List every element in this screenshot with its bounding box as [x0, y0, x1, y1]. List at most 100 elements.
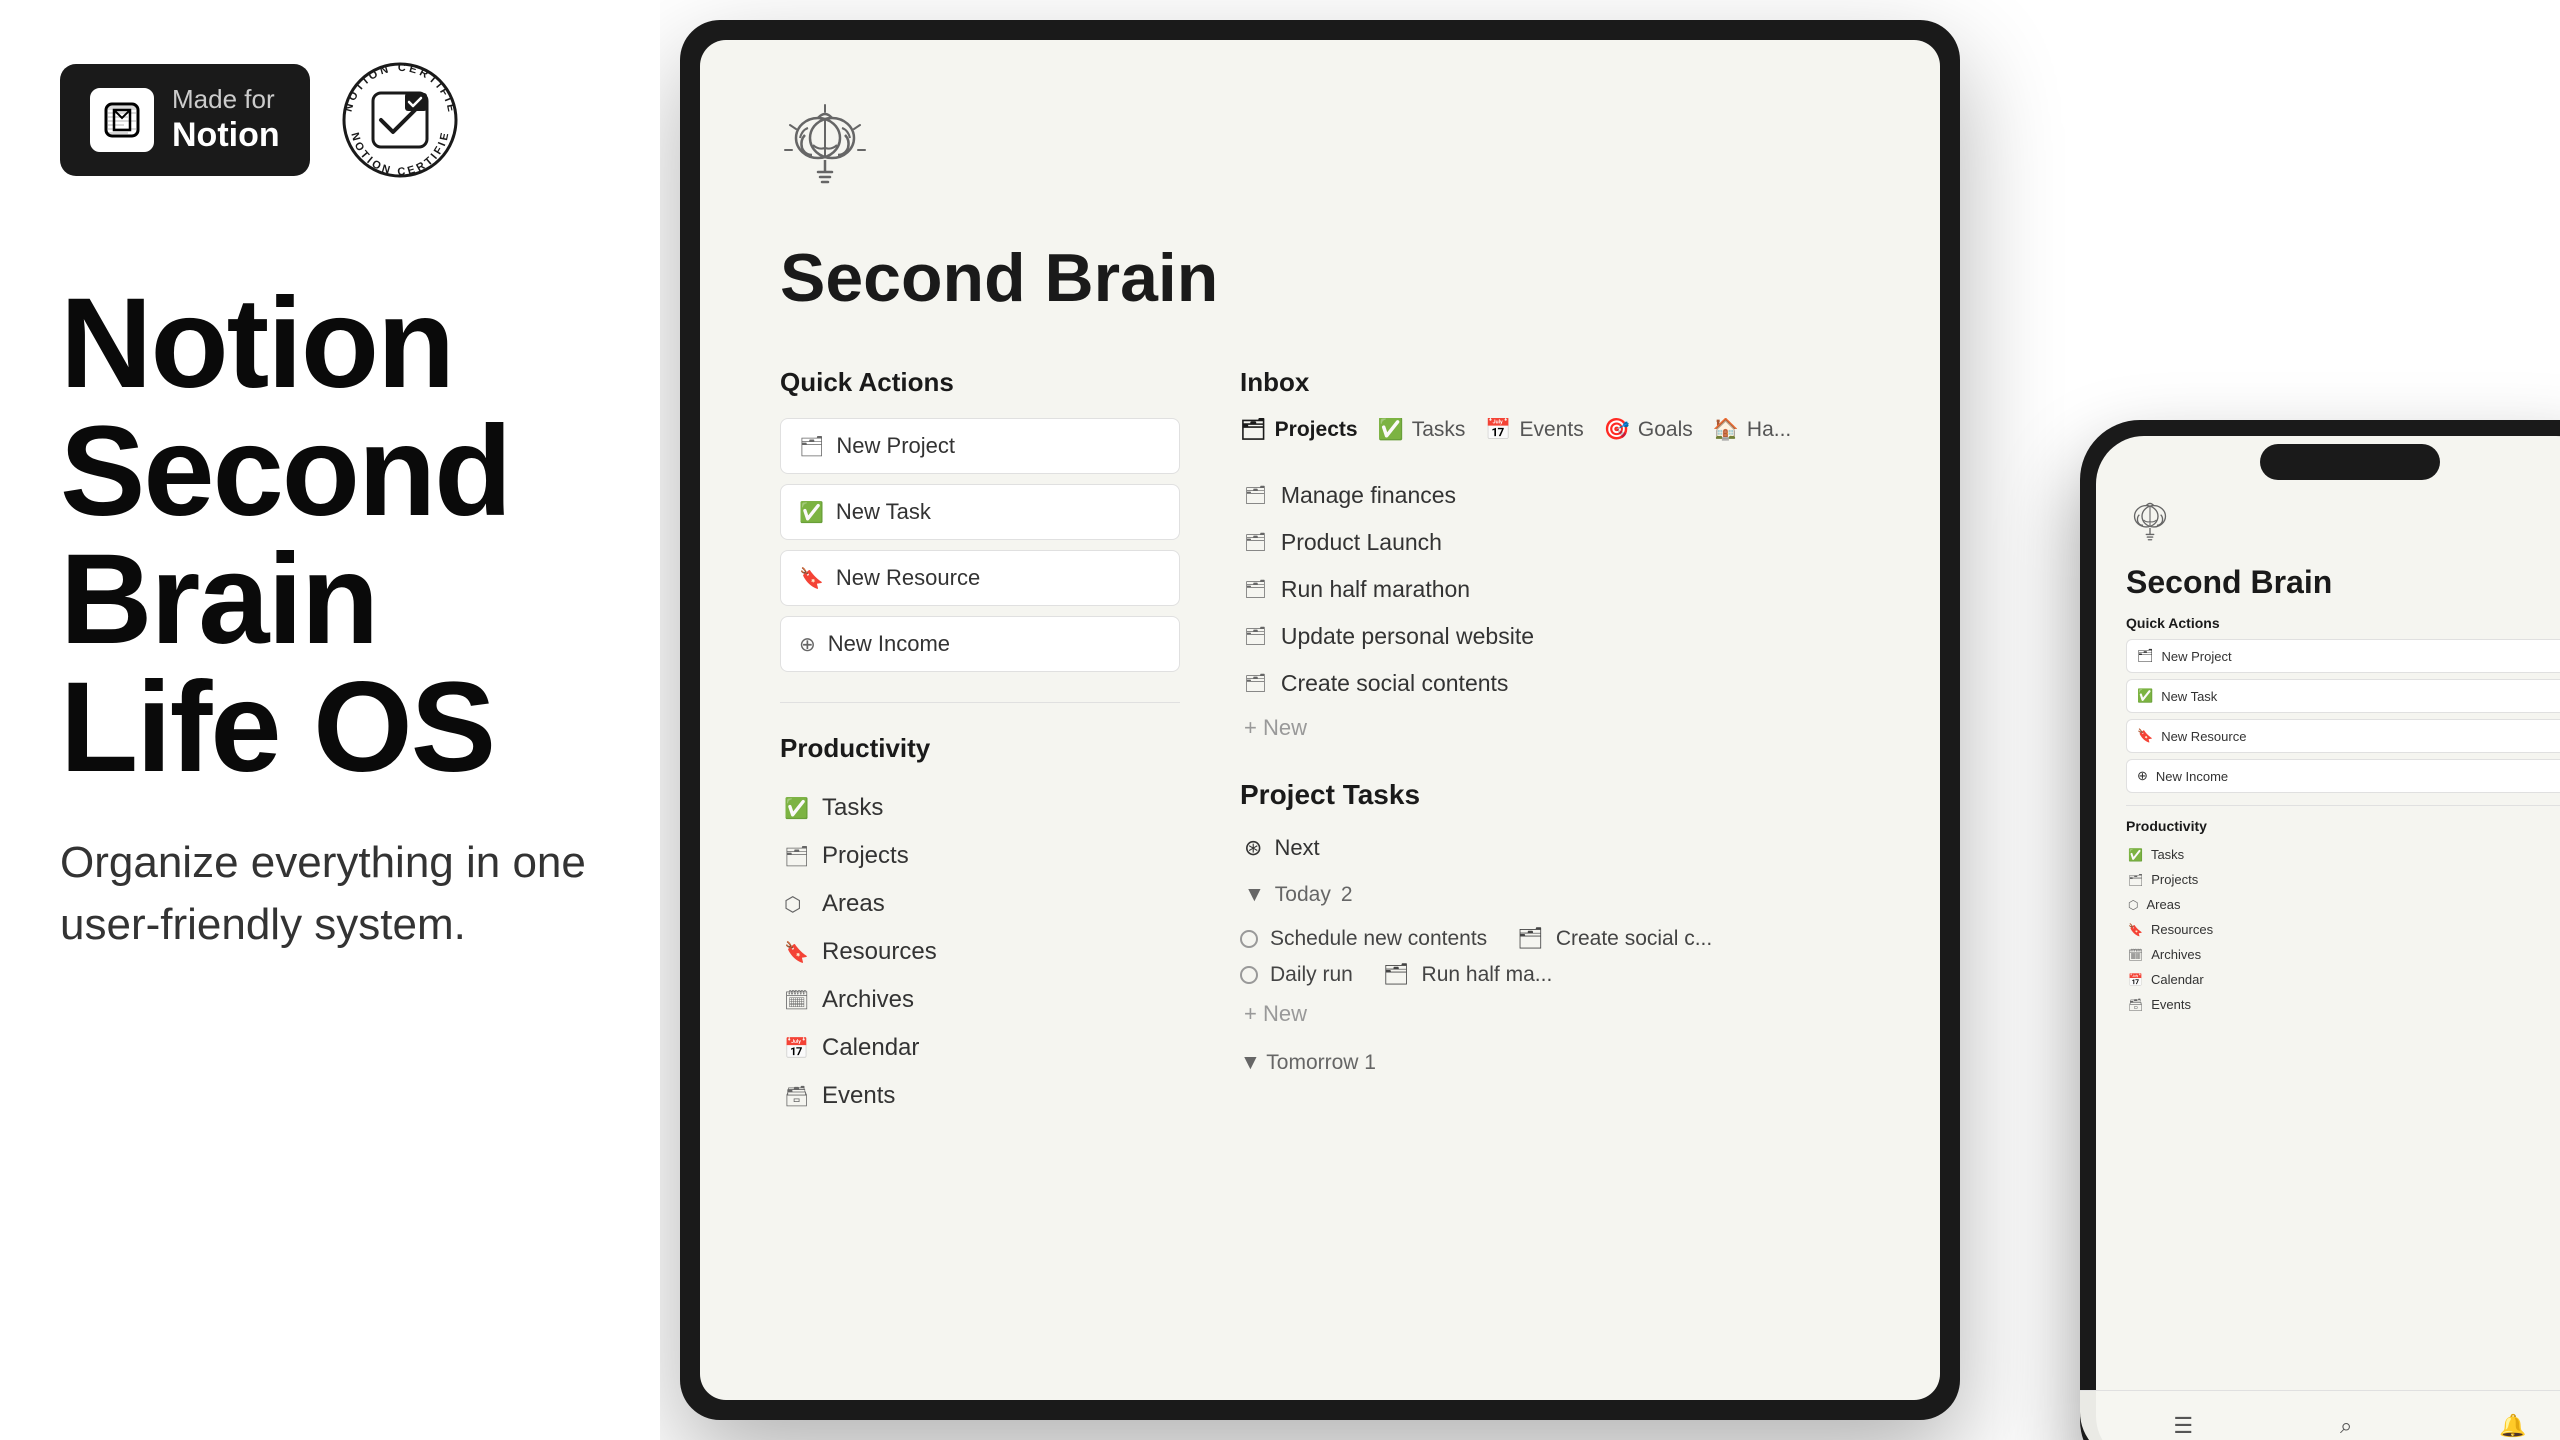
phone-plus-icon: ⊕ — [2137, 768, 2148, 784]
task-next[interactable]: ⊛ Next — [1240, 827, 1860, 869]
inbox-tab-goals[interactable]: 🎯 Goals — [1604, 418, 1693, 442]
phone-menu-icon[interactable]: ☰ — [2173, 1413, 2193, 1439]
phone-notch — [2260, 444, 2440, 480]
new-project-btn[interactable]: 🗂 New Project — [780, 418, 1180, 474]
inbox-add-new[interactable]: + New — [1240, 707, 1860, 749]
new-resource-btn[interactable]: 🔖 New Resource — [780, 550, 1180, 606]
task-item-schedule[interactable]: Schedule new contents — [1240, 921, 1487, 957]
new-task-btn[interactable]: ✅ New Task — [780, 484, 1180, 540]
inbox-ha-label: Ha... — [1747, 418, 1791, 442]
nav-resources[interactable]: 🔖 Resources — [780, 928, 1180, 976]
phone-events-label: Events — [2151, 997, 2191, 1012]
nav-calendar[interactable]: 📅 Calendar — [780, 1024, 1180, 1072]
phone-divider — [2126, 805, 2560, 806]
phone-nav-events[interactable]: 🗃 Events — [2126, 992, 2560, 1017]
task-circle — [1240, 930, 1258, 948]
notion-label: Notion — [172, 115, 280, 156]
tasks-add-new[interactable]: + New — [1240, 993, 1860, 1035]
phone-bookmark-icon: 🔖 — [2137, 728, 2153, 744]
phone-calendar-label: Calendar — [2151, 972, 2204, 987]
inbox-tab-ha[interactable]: 🏠 Ha... — [1713, 418, 1792, 442]
nav-projects-label: Projects — [822, 842, 909, 870]
check-icon: ✅ — [799, 500, 824, 525]
inbox-tab-events[interactable]: 📅 Events — [1485, 418, 1583, 442]
resources-icon: 🔖 — [784, 940, 808, 965]
inbox-item-1[interactable]: 🗂 Product Launch — [1240, 519, 1860, 566]
next-label: Next — [1274, 835, 1319, 861]
task-item-row-2: Daily run 🗂 Run half ma... — [1240, 957, 1860, 993]
phone-nav-calendar[interactable]: 📅 Calendar — [2126, 967, 2560, 992]
phone-nav-projects[interactable]: 🗂 Projects — [2126, 867, 2560, 892]
phone-archives-icon: 🗓 — [2128, 948, 2143, 962]
inbox-label: Inbox — [1240, 367, 1860, 398]
inbox-item-4-label: Create social contents — [1281, 670, 1509, 697]
tomorrow-chevron: ▼ — [1240, 1051, 1261, 1074]
nav-tasks[interactable]: ✅ Tasks — [780, 784, 1180, 832]
inbox-item-0[interactable]: 🗂 Manage finances — [1240, 472, 1860, 519]
tablet-col-right: Inbox 🗂 Projects ✅ Tasks 📅 — [1240, 367, 1860, 1120]
today-count: 2 — [1341, 883, 1353, 907]
folder-icon: 🗂 — [799, 434, 824, 459]
phone-new-income-label: New Income — [2156, 769, 2228, 784]
new-income-btn[interactable]: ⊕ New Income — [780, 616, 1180, 672]
task-item-daily[interactable]: Daily run — [1240, 957, 1353, 993]
inbox-item-2[interactable]: 🗂 Run half marathon — [1240, 566, 1860, 613]
headline-title: Notion Second Brain Life OS — [60, 280, 600, 792]
phone-new-project-btn[interactable]: 🗂 New Project — [2126, 639, 2560, 673]
nav-areas-label: Areas — [822, 890, 885, 918]
tablet-mockup: Second Brain Quick Actions 🗂 New Project… — [680, 20, 1960, 1420]
phone-nav-tasks[interactable]: ✅ Tasks — [2126, 842, 2560, 867]
brain-icon — [780, 100, 1860, 209]
headline-line2: Second Brain — [60, 400, 510, 671]
phone-new-task-label: New Task — [2161, 689, 2217, 704]
bookmark-icon: 🔖 — [799, 566, 824, 591]
inbox-tab-tasks[interactable]: ✅ Tasks — [1378, 418, 1466, 442]
nav-projects[interactable]: 🗂 Projects — [780, 832, 1180, 880]
phone-areas-icon: ⬡ — [2128, 898, 2138, 912]
task-circle-2 — [1240, 966, 1258, 984]
new-resource-label: New Resource — [836, 565, 980, 591]
notion-logo-icon — [90, 88, 154, 152]
task-item-social[interactable]: 🗂 Create social c... — [1517, 921, 1712, 957]
projects-icon: 🗂 — [784, 844, 808, 869]
inbox-goals-label: Goals — [1638, 418, 1693, 442]
phone-nav-archives[interactable]: 🗓 Archives — [2126, 942, 2560, 967]
phone-new-resource-label: New Resource — [2161, 729, 2246, 744]
nav-calendar-label: Calendar — [822, 1034, 919, 1062]
tasks-icon: ✅ — [784, 796, 808, 821]
phone-archives-label: Archives — [2151, 947, 2201, 962]
task-item-marathon[interactable]: 🗂 Run half ma... — [1383, 957, 1552, 993]
tablet-screen: Second Brain Quick Actions 🗂 New Project… — [700, 40, 1940, 1400]
task-daily-label: Daily run — [1270, 963, 1353, 987]
phone-new-task-btn[interactable]: ✅ New Task — [2126, 679, 2560, 713]
new-project-label: New Project — [836, 433, 955, 459]
headline-subtitle: Organize everything in oneuser-friendly … — [60, 832, 600, 955]
inbox-item-3[interactable]: 🗂 Update personal website — [1240, 613, 1860, 660]
inbox-item-4[interactable]: 🗂 Create social contents — [1240, 660, 1860, 707]
phone-nav-resources[interactable]: 🔖 Resources — [2126, 917, 2560, 942]
phone-new-project-label: New Project — [2162, 649, 2232, 664]
new-income-label: New Income — [828, 631, 950, 657]
phone-bell-icon[interactable]: 🔔 — [2499, 1413, 2526, 1439]
phone-search-icon[interactable]: ⌕ — [2340, 1413, 2352, 1439]
task-schedule-label: Schedule new contents — [1270, 927, 1487, 951]
phone-new-resource-btn[interactable]: 🔖 New Resource — [2126, 719, 2560, 753]
divider — [780, 702, 1180, 703]
nav-archives[interactable]: 🗓 Archives — [780, 976, 1180, 1024]
phone-events-icon: 🗃 — [2128, 998, 2143, 1012]
inbox-projects-icon: 🗂 — [1240, 418, 1267, 442]
inbox-tab-projects[interactable]: 🗂 Projects — [1240, 418, 1358, 442]
phone-new-income-btn[interactable]: ⊕ New Income — [2126, 759, 2560, 793]
nav-events[interactable]: 🗃 Events — [780, 1072, 1180, 1120]
task-marathon-label: Run half ma... — [1422, 963, 1553, 987]
tablet-two-col: Quick Actions 🗂 New Project ✅ New Task 🔖… — [780, 367, 1860, 1120]
inbox-item-3-icon: 🗂 — [1244, 626, 1267, 647]
phone-nav-areas[interactable]: ⬡ Areas — [2126, 892, 2560, 917]
tablet-page-title: Second Brain — [780, 239, 1860, 317]
quick-actions-label: Quick Actions — [780, 367, 1180, 398]
phone-quick-actions-label: Quick Actions — [2126, 615, 2560, 631]
nav-areas[interactable]: ⬡ Areas — [780, 880, 1180, 928]
phone-projects-icon: 🗂 — [2128, 873, 2143, 887]
tablet-col-left: Quick Actions 🗂 New Project ✅ New Task 🔖… — [780, 367, 1180, 1120]
phone-resources-icon: 🔖 — [2128, 923, 2143, 937]
